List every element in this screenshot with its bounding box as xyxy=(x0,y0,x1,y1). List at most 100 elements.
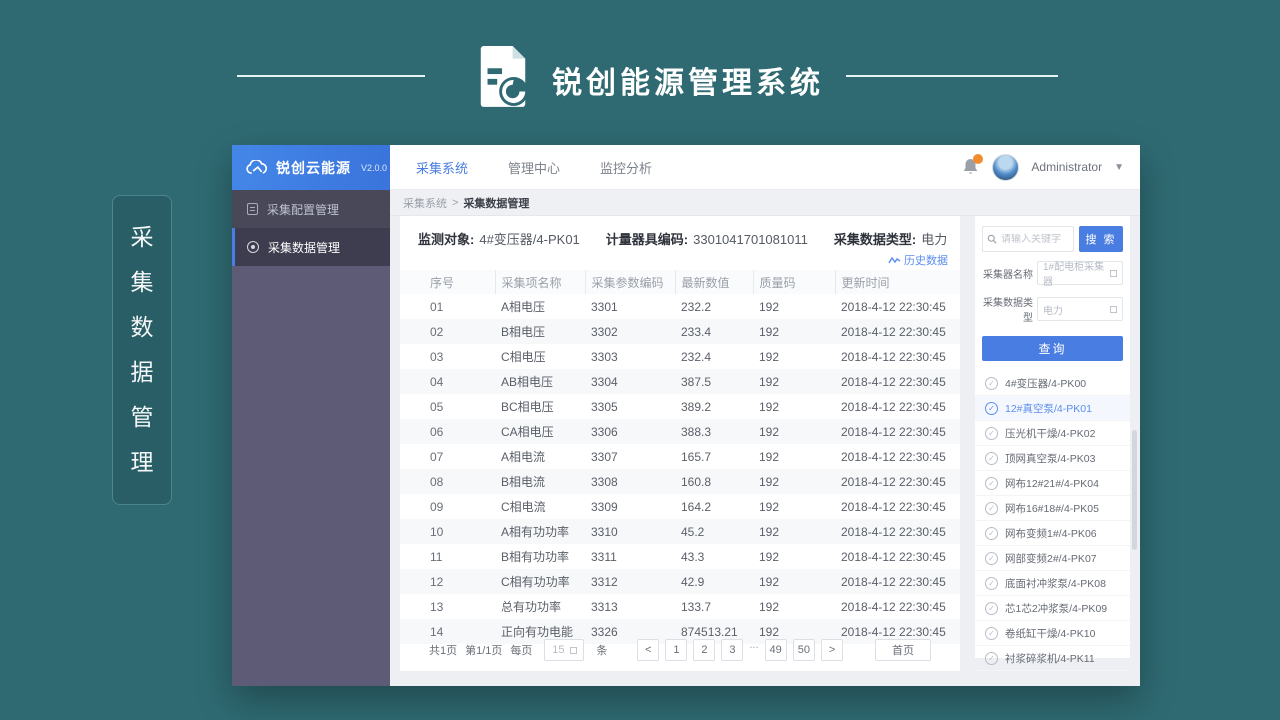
check-circle-icon: ✓ xyxy=(985,627,998,640)
device-list-item[interactable]: ✓网布16#18#/4-PK05 xyxy=(975,496,1130,521)
table-cell: 3313 xyxy=(585,594,675,619)
device-list-item[interactable]: ✓底面衬冲浆泵/4-PK08 xyxy=(975,571,1130,596)
table-cell: 387.5 xyxy=(675,369,753,394)
table-row[interactable]: 12C相有功功率331242.91922018-4-12 22:30:45 xyxy=(400,569,960,594)
table-cell: 2018-4-12 22:30:45 xyxy=(835,494,960,519)
table-row[interactable]: 08B相电流3308160.81922018-4-12 22:30:45 xyxy=(400,469,960,494)
table-cell: 10 xyxy=(400,519,495,544)
sidebar-item-label: 采集配置管理 xyxy=(267,201,339,218)
table-row[interactable]: 05BC相电压3305389.21922018-4-12 22:30:45 xyxy=(400,394,960,419)
table-cell: B相电压 xyxy=(495,319,585,344)
vertical-section-tab[interactable]: 采集数据管理 xyxy=(112,195,172,505)
breadcrumb-parent[interactable]: 采集系统 xyxy=(403,195,447,211)
page-buttons: < 123... 49 50 > xyxy=(637,639,843,661)
column-header: 更新时间 xyxy=(835,270,960,294)
table-cell: 2018-4-12 22:30:45 xyxy=(835,319,960,344)
breadcrumb: 采集系统 > 采集数据管理 xyxy=(390,190,1140,216)
page-number-button[interactable]: 2 xyxy=(693,639,715,661)
table-row[interactable]: 06CA相电压3306388.31922018-4-12 22:30:45 xyxy=(400,419,960,444)
search-input-wrap xyxy=(982,226,1074,252)
user-name: Administrator xyxy=(1031,160,1102,174)
nav-tab[interactable]: 监控分析 xyxy=(596,145,656,190)
device-list-item[interactable]: ✓4#变压器/4-PK00 xyxy=(975,371,1130,396)
device-list-item[interactable]: ✓网部变频2#/4-PK07 xyxy=(975,546,1130,571)
query-button[interactable]: 查询 xyxy=(982,336,1123,361)
device-name: 4#变压器/4-PK00 xyxy=(1005,376,1086,391)
table-cell: 232.4 xyxy=(675,344,753,369)
table-cell: 3303 xyxy=(585,344,675,369)
info-value: 3301041701081011 xyxy=(693,232,808,247)
table-cell: 13 xyxy=(400,594,495,619)
search-input[interactable] xyxy=(1001,234,1069,245)
table-cell: 3307 xyxy=(585,444,675,469)
per-page-select[interactable]: 15 xyxy=(544,639,584,661)
history-data-link[interactable]: 历史数据 xyxy=(888,252,948,268)
device-list-item[interactable]: ✓压光机干燥/4-PK02 xyxy=(975,421,1130,446)
info-field: 采集数据类型:电力 xyxy=(834,229,947,248)
table-cell: 2018-4-12 22:30:45 xyxy=(835,444,960,469)
page-number-button[interactable]: 50 xyxy=(793,639,815,661)
scrollbar-thumb[interactable] xyxy=(1132,430,1137,550)
side-tab-char: 理 xyxy=(131,451,154,474)
sidebar-item-config[interactable]: 采集配置管理 xyxy=(232,190,390,228)
table-row[interactable]: 07A相电流3307165.71922018-4-12 22:30:45 xyxy=(400,444,960,469)
device-list-item[interactable]: ✓网布变频1#/4-PK06 xyxy=(975,521,1130,546)
table-cell: 2018-4-12 22:30:45 xyxy=(835,294,960,319)
device-list-item[interactable]: ✓卷纸缸干燥/4-PK10 xyxy=(975,621,1130,646)
page-number-button[interactable]: 1 xyxy=(665,639,687,661)
table-row[interactable]: 10A相有功功率331045.21922018-4-12 22:30:45 xyxy=(400,519,960,544)
table-row[interactable]: 01A相电压3301232.21922018-4-12 22:30:45 xyxy=(400,294,960,319)
device-name: 压光机干燥/4-PK02 xyxy=(1005,426,1095,441)
filter-select[interactable]: 电力 xyxy=(1037,297,1123,321)
table-cell: 3310 xyxy=(585,519,675,544)
pagination-total: 共1页 xyxy=(429,642,457,658)
first-page-button[interactable]: 首页 xyxy=(875,639,931,661)
info-field: 计量器具编码:3301041701081011 xyxy=(606,229,808,248)
table-cell: C相电流 xyxy=(495,494,585,519)
device-list: ✓4#变压器/4-PK00✓12#真空泵/4-PK01✓压光机干燥/4-PK02… xyxy=(975,371,1130,671)
table-row[interactable]: 04AB相电压3304387.51922018-4-12 22:30:45 xyxy=(400,369,960,394)
nav-tab[interactable]: 采集系统 xyxy=(412,145,472,190)
user-avatar[interactable] xyxy=(992,154,1019,181)
filter-label: 采集数据类型 xyxy=(975,294,1037,324)
sidebar-item-data[interactable]: 采集数据管理 xyxy=(232,228,390,266)
table-cell: 192 xyxy=(753,519,835,544)
table-cell: 2018-4-12 22:30:45 xyxy=(835,544,960,569)
table-cell: 2018-4-12 22:30:45 xyxy=(835,469,960,494)
page-ellipsis: ... xyxy=(749,639,758,661)
notification-bell-icon[interactable] xyxy=(962,157,980,177)
table-row[interactable]: 02B相电压3302233.41922018-4-12 22:30:45 xyxy=(400,319,960,344)
pagination-bar: 共1页 第1/1页 每页 15 条 < 123...4950 > 首页 xyxy=(400,639,960,661)
device-list-item[interactable]: ✓网布12#21#/4-PK04 xyxy=(975,471,1130,496)
filter-select[interactable]: 1#配电柜采集器 xyxy=(1037,261,1123,285)
device-list-item[interactable]: ✓12#真空泵/4-PK01 xyxy=(975,396,1130,421)
breadcrumb-separator: > xyxy=(452,197,458,209)
page-number-button[interactable]: 3 xyxy=(721,639,743,661)
page-number-list: 123... 49 50 xyxy=(665,639,815,661)
next-page-button[interactable]: > xyxy=(821,639,843,661)
search-button[interactable]: 搜 索 xyxy=(1079,226,1123,252)
table-cell: 192 xyxy=(753,594,835,619)
table-cell: C相有功功率 xyxy=(495,569,585,594)
chevron-down-icon[interactable]: ▼ xyxy=(1114,162,1124,173)
device-list-item[interactable]: ✓顶网真空泵/4-PK03 xyxy=(975,446,1130,471)
nav-tab[interactable]: 管理中心 xyxy=(504,145,564,190)
device-list-item[interactable]: ✓芯1芯2冲浆泵/4-PK09 xyxy=(975,596,1130,621)
table-row[interactable]: 09C相电流3309164.21922018-4-12 22:30:45 xyxy=(400,494,960,519)
device-name: 顶网真空泵/4-PK03 xyxy=(1005,451,1095,466)
per-page-value: 15 xyxy=(552,644,564,656)
table-row[interactable]: 03C相电压3303232.41922018-4-12 22:30:45 xyxy=(400,344,960,369)
logo-text: 锐创云能源 xyxy=(276,158,351,178)
search-row: 搜 索 xyxy=(975,216,1130,252)
table-row[interactable]: 11B相有功功率331143.31922018-4-12 22:30:45 xyxy=(400,544,960,569)
side-tab-char: 采 xyxy=(131,226,154,249)
table-cell: 388.3 xyxy=(675,419,753,444)
prev-page-button[interactable]: < xyxy=(637,639,659,661)
table-cell: A相电压 xyxy=(495,294,585,319)
info-value: 4#变压器/4-PK01 xyxy=(479,232,579,247)
table-row[interactable]: 13总有功功率3313133.71922018-4-12 22:30:45 xyxy=(400,594,960,619)
table-cell: 3301 xyxy=(585,294,675,319)
device-name: 网部变频2#/4-PK07 xyxy=(1005,551,1097,566)
page-number-button[interactable]: 49 xyxy=(765,639,787,661)
device-list-item[interactable]: ✓衬浆碎浆机/4-PK11 xyxy=(975,646,1130,671)
